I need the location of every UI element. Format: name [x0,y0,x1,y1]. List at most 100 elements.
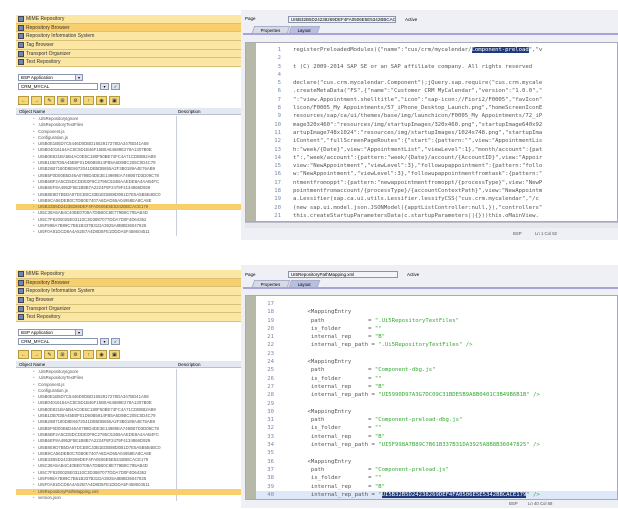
code-line[interactable]: 35 [256,449,617,457]
code-line[interactable]: 28 internal_rep_path = "UI5990D97A3G7DC0… [256,391,617,399]
back-icon[interactable]: ← [18,350,29,359]
code-line[interactable]: 19 a.Lessifier(sap.ca.ui.utils.Lessifier.… [256,195,617,203]
code-line[interactable]: 16 w:"NewAppointment","viewLevel":3},"fol… [256,170,617,178]
hierarchy-icon[interactable]: ⚙ [70,96,81,105]
nav-test-repository[interactable]: Test Repository [16,313,241,323]
code-line[interactable]: 4 [256,71,617,79]
code-line[interactable]: 27 internal_rep = "B" [256,383,617,391]
col-object-name[interactable]: Object Name [19,361,45,368]
nav-transport-organizer[interactable]: Transport Organizer [16,304,241,314]
code-line[interactable]: 23 [256,350,617,358]
code-line[interactable]: 24 <MappingEntry [256,358,617,366]
code-line[interactable]: 34 internal_rep_path = "UI5F998A7B89C7B6… [256,441,617,449]
code-line[interactable]: 18 <MappingEntry [256,308,617,316]
code-line[interactable]: 25 path = "Component-dbg.js" [256,366,617,374]
code-line[interactable]: 10 mage320x460":"resources/img/startupIma… [256,121,617,129]
code-line[interactable]: 12 iContent","fullScreenPageRoutes":{"sta… [256,137,617,145]
code-line[interactable]: 19 path = ".Ui5RepositoryTextFiles" [256,317,617,325]
nav-mime-repository[interactable]: MIME Repository [16,15,241,24]
object-type-select[interactable]: BSP Application ▾ [18,74,83,81]
code-editor[interactable]: 1 registerPreloadedModules({"name":"cus/c… [245,42,618,222]
code-line[interactable]: 15 view:"NewAppointment","viewLevel":3},"… [256,162,617,170]
window-icon[interactable]: ▣ [109,96,120,105]
code-line[interactable]: 5 declare("cus.crm.mycalendar.Component")… [256,79,617,87]
nav-test-repository[interactable]: Test Repository [16,58,241,68]
object-name-input[interactable]: CRM_MYCAL [18,83,98,90]
code-line[interactable]: 31 path = "Component-preload-dbg.js" [256,416,617,424]
code-line[interactable]: 1 registerPreloadedModules({"name":"cus/c… [256,46,617,54]
chevron-down-icon[interactable]: ▾ [75,329,83,336]
code-line[interactable]: 30 <MappingEntry [256,408,617,416]
code-line[interactable]: 2 [256,54,617,62]
code-line[interactable]: 6 .createMetaData("FS",{"name":"Customer … [256,87,617,95]
code-line[interactable]: 36 <MappingEntry [256,458,617,466]
object-type-select[interactable]: BSP Application ▾ [18,329,83,336]
tab-layout[interactable]: Layout [288,280,320,287]
nav-mime-repository[interactable]: MIME Repository [16,270,241,279]
up-icon[interactable]: ↑ [83,96,94,105]
horizontal-scrollbar[interactable] [245,222,618,228]
tab-properties[interactable]: Properties [251,26,290,33]
line-number: 31 [267,417,274,424]
code-line[interactable]: 32 is_folder = "" [256,424,617,432]
chevron-down-icon[interactable]: ▾ [75,74,83,81]
code-line[interactable]: 13 h:"week/{Date}",view:"AppointmentList"… [256,146,617,154]
nav-transport-organizer[interactable]: Transport Organizer [16,49,241,59]
code-line[interactable]: 38 is_folder = "" [256,474,617,482]
nav-tag-browser[interactable]: Tag Browser [16,41,241,50]
col-description[interactable]: Description [178,108,201,115]
code-line[interactable]: 39 internal_rep = "B" [256,483,617,491]
code-line[interactable]: 21 this.createStartupParametersData(c.sta… [256,212,617,220]
code-line[interactable]: 22 internal_rep_path = ".Ui5RepositoryTe… [256,341,617,349]
globe-icon[interactable]: ◉ [96,350,107,359]
code-line[interactable]: 33 internal_rep = "B" [256,433,617,441]
code-line[interactable]: 18 pointmentfromaccount/{processType}/{ac… [256,187,617,195]
nav-tag-browser[interactable]: Tag Browser [16,296,241,305]
code-line[interactable]: 17 [256,300,617,308]
code-line[interactable]: 20 (new sap.ui.model.json.JSONModel({appt… [256,204,617,212]
nav-repository-browser[interactable]: Repository Browser [16,278,241,288]
nav-repository-information-system[interactable]: Repository Information System [16,32,241,42]
edit-icon[interactable]: ✎ [44,350,55,359]
line-number: 9 [277,113,281,120]
code-line[interactable]: 29 [256,400,617,408]
col-object-name[interactable]: Object Name [19,108,45,115]
display-icon[interactable]: ⊞ [57,96,68,105]
tab-layout[interactable]: Layout [288,26,320,33]
back-icon[interactable]: ← [18,96,29,105]
code-line[interactable]: 14 t":,"week/account":{pattern:"week/{Dat… [256,154,617,162]
nav-repository-browser[interactable]: Repository Browser [16,23,241,33]
list-item[interactable]: UI5F0A91DCD8A4A52B7A4D8D5FE1DDDA5F458604… [16,229,241,235]
code-line[interactable]: 7 ":"view.Appointment.shelltitle","icon":… [256,96,617,104]
hierarchy-icon[interactable]: ⚙ [70,350,81,359]
dropdown-button[interactable]: ▾ [100,83,109,90]
code-line[interactable]: 21 internal_rep = "B" [256,333,617,341]
nav-repository-information-system[interactable]: Repository Information System [16,287,241,297]
forward-icon[interactable]: → [31,350,42,359]
edit-icon[interactable]: ✎ [44,96,55,105]
page-field[interactable]: UI5RepositoryPathMapping.xml [288,271,398,278]
code-line[interactable]: 26 is_folder = "" [256,375,617,383]
dropdown-button[interactable]: ▾ [100,338,109,345]
code-line[interactable]: 37 path = "Component-preload.js" [256,466,617,474]
code-line[interactable]: 9 resources/sap/ca/ui/themes/base/img/lau… [256,112,617,120]
code-line[interactable]: 3 t (C) 2009-2014 SAP SE or an SAP affili… [256,63,617,71]
up-icon[interactable]: ↑ [83,350,94,359]
forward-icon[interactable]: → [31,96,42,105]
object-name-input[interactable]: CRM_MYCAL [18,338,98,345]
display-button[interactable]: ✓ [111,338,120,345]
tab-properties[interactable]: Properties [251,280,290,287]
code-line[interactable]: 20 is_folder = "" [256,325,617,333]
display-icon[interactable]: ⊞ [57,350,68,359]
code-line[interactable]: 17 ntmentfromoppt":{pattern:"newappointme… [256,179,617,187]
code-line[interactable]: 11 artupImage748x1024":"resources/img/sta… [256,129,617,137]
code-line[interactable]: 40 internal_rep_path = "UI5B32B5D2423826… [256,490,617,499]
window-icon[interactable]: ▣ [109,350,120,359]
display-button[interactable]: ✓ [111,83,120,90]
list-item[interactable]: version.json [16,495,241,501]
col-description[interactable]: Description [178,361,201,368]
page-field[interactable]: UI5B32B5D24238269DEF4FA0506E5E5342BBCACE… [288,16,396,23]
code-line[interactable]: 8 licon/F0005_My Appointments/57_iPhone_D… [256,104,617,112]
code-editor[interactable]: 17 18 <MappingEntry 19 path = ".Ui5Reposit… [245,295,618,500]
globe-icon[interactable]: ◉ [96,96,107,105]
